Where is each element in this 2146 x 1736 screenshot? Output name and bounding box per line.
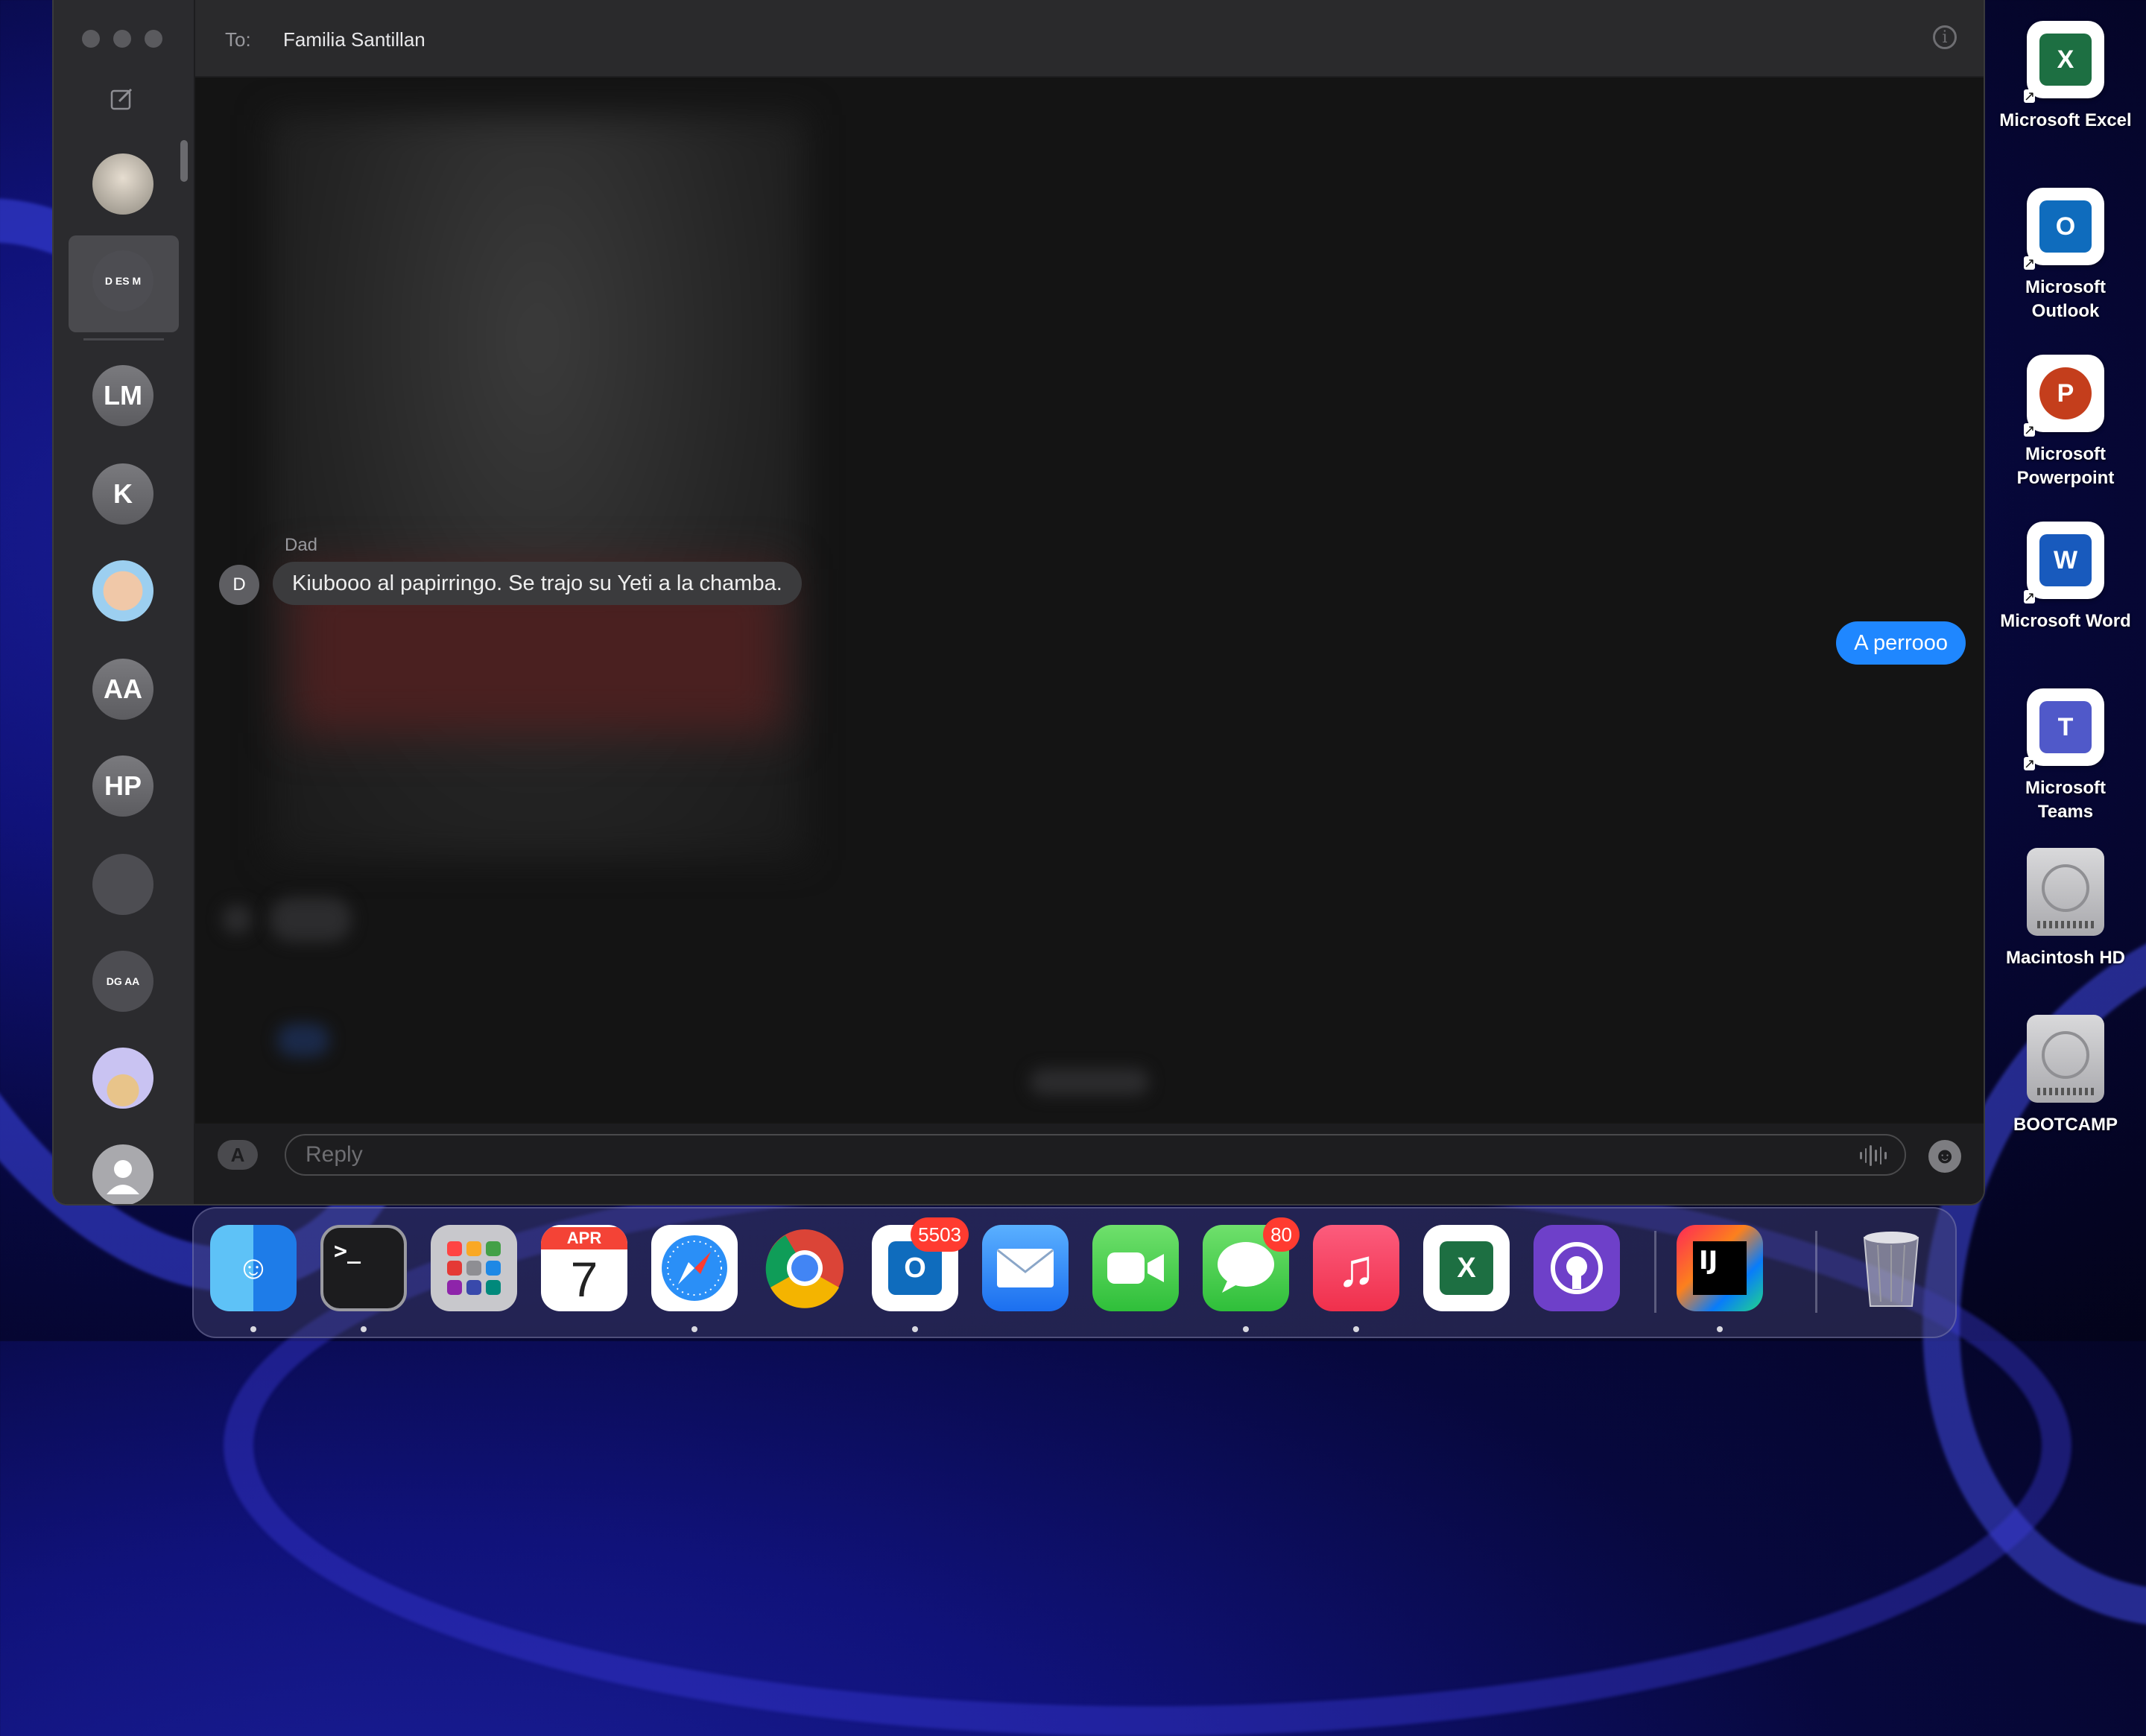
hard-drive-icon	[2027, 848, 2104, 936]
app-store-apps-icon[interactable]: A	[218, 1140, 258, 1170]
excel-dock-icon[interactable]: X	[1423, 1225, 1510, 1311]
running-indicator	[1353, 1326, 1359, 1332]
running-indicator	[250, 1326, 256, 1332]
conversation-avatar[interactable]: HP	[92, 755, 153, 817]
running-indicator	[1717, 1326, 1723, 1332]
teams-icon: T ↗	[2024, 688, 2104, 770]
blurred-message	[270, 897, 352, 942]
conversation-avatar[interactable]: AA	[92, 659, 153, 720]
messages-dock-icon[interactable]: 80	[1203, 1217, 1300, 1311]
group-initials: D ES M	[104, 275, 142, 287]
person-icon	[107, 1160, 139, 1194]
safari-icon[interactable]	[651, 1225, 738, 1311]
compose-icon[interactable]	[109, 85, 136, 112]
word-icon: W ↗	[2024, 522, 2104, 604]
blurred-avatar	[222, 905, 252, 934]
terminal-icon[interactable]: >_	[320, 1225, 407, 1311]
conversation-avatar-group[interactable]: DG AA	[92, 951, 153, 1012]
dock-separator	[1654, 1231, 1656, 1313]
minimize-window-button[interactable]	[113, 30, 131, 48]
desktop-icon-macintosh-hd[interactable]: Macintosh HD	[1988, 848, 2143, 970]
sidebar-scrollbar[interactable]	[180, 140, 188, 182]
sender-name: Dad	[285, 535, 318, 555]
conversation-sidebar: D ES M LM K AA HP DG AA	[54, 0, 195, 1204]
message-transcript: Dad D Kiubooo al papirringo. Se trajo su…	[195, 77, 1984, 1122]
blurred-image-attachment	[270, 115, 806, 860]
conversation-header: To: Familia Santillan i	[195, 0, 1984, 77]
chrome-icon[interactable]	[762, 1225, 848, 1311]
desktop-icon-excel[interactable]: X ↗ Microsoft Excel	[1988, 21, 2143, 133]
conversation-avatar-memoji[interactable]	[92, 560, 153, 621]
powerpoint-icon: P ↗	[2024, 355, 2104, 437]
conversation-avatar-person[interactable]	[92, 1144, 153, 1204]
trash-icon[interactable]	[1848, 1225, 1934, 1311]
window-controls	[82, 30, 162, 48]
info-icon[interactable]: i	[1933, 25, 1957, 49]
conversation-avatar-island[interactable]	[92, 1048, 153, 1109]
hard-drive-icon	[2027, 1015, 2104, 1103]
to-label: To:	[225, 28, 251, 51]
blurred-timestamp	[1030, 1068, 1149, 1095]
close-window-button[interactable]	[82, 30, 100, 48]
unread-badge: 5503	[911, 1217, 969, 1252]
music-icon[interactable]: ♫	[1313, 1225, 1399, 1311]
launchpad-icon[interactable]	[431, 1225, 517, 1311]
finder-icon[interactable]: ☺	[210, 1225, 297, 1311]
running-indicator	[912, 1326, 918, 1332]
facetime-icon[interactable]	[1092, 1225, 1179, 1311]
conversation-avatar[interactable]: LM	[92, 365, 153, 426]
blurred-message	[277, 1024, 329, 1057]
mail-icon[interactable]	[982, 1225, 1069, 1311]
running-indicator	[361, 1326, 367, 1332]
conversation-avatar-photo[interactable]	[92, 153, 153, 215]
compose-bar: A ☻	[195, 1124, 1984, 1204]
calendar-icon[interactable]: APR 7	[541, 1225, 627, 1311]
conversation-avatar[interactable]: K	[92, 463, 153, 525]
desktop-icon-outlook[interactable]: O ↗ Microsoft Outlook	[1988, 188, 2143, 323]
desktop-icon-powerpoint[interactable]: P ↗ Microsoft Powerpoint	[1988, 355, 2143, 490]
pinned-divider	[83, 338, 164, 340]
emoji-icon[interactable]: ☻	[1928, 1140, 1961, 1173]
sender-avatar[interactable]: D	[219, 565, 259, 605]
incoming-message-bubble[interactable]: Kiubooo al papirringo. Se trajo su Yeti …	[273, 562, 802, 605]
audio-message-icon[interactable]	[1860, 1144, 1887, 1167]
alias-arrow-icon: ↗	[2024, 89, 2036, 104]
alias-arrow-icon: ↗	[2024, 756, 2036, 771]
recipient-name[interactable]: Familia Santillan	[283, 28, 425, 51]
excel-icon: X ↗	[2024, 21, 2104, 103]
github-desktop-icon[interactable]	[1533, 1225, 1620, 1311]
outlook-icon: O ↗	[2024, 188, 2104, 270]
desktop-icon-bootcamp[interactable]: BOOTCAMP	[1988, 1015, 2143, 1137]
alias-arrow-icon: ↗	[2024, 422, 2036, 437]
outlook-dock-icon[interactable]: O 5503	[872, 1217, 969, 1311]
dock: ☺ >_ APR 7 O 5503 80 ♫ X IJ	[192, 1207, 1957, 1338]
alias-arrow-icon: ↗	[2024, 589, 2036, 604]
desktop-icon-word[interactable]: W ↗ Microsoft Word	[1988, 522, 2143, 633]
conversation-avatar-group-photo[interactable]	[92, 854, 153, 915]
desktop-icon-teams[interactable]: T ↗ Microsoft Teams	[1988, 688, 2143, 824]
alias-arrow-icon: ↗	[2024, 256, 2036, 270]
intellij-icon[interactable]: IJ	[1677, 1225, 1763, 1311]
reply-input[interactable]	[285, 1134, 1906, 1176]
messages-window: D ES M LM K AA HP DG AA To: Familia Sant…	[52, 0, 1985, 1206]
outgoing-message-bubble[interactable]: A perrooo	[1836, 621, 1966, 665]
running-indicator	[1243, 1326, 1249, 1332]
conversation-avatar-group[interactable]: D ES M	[92, 250, 153, 311]
running-indicator	[691, 1326, 697, 1332]
unread-badge: 80	[1263, 1217, 1300, 1252]
zoom-window-button[interactable]	[145, 30, 162, 48]
dock-separator	[1815, 1231, 1817, 1313]
